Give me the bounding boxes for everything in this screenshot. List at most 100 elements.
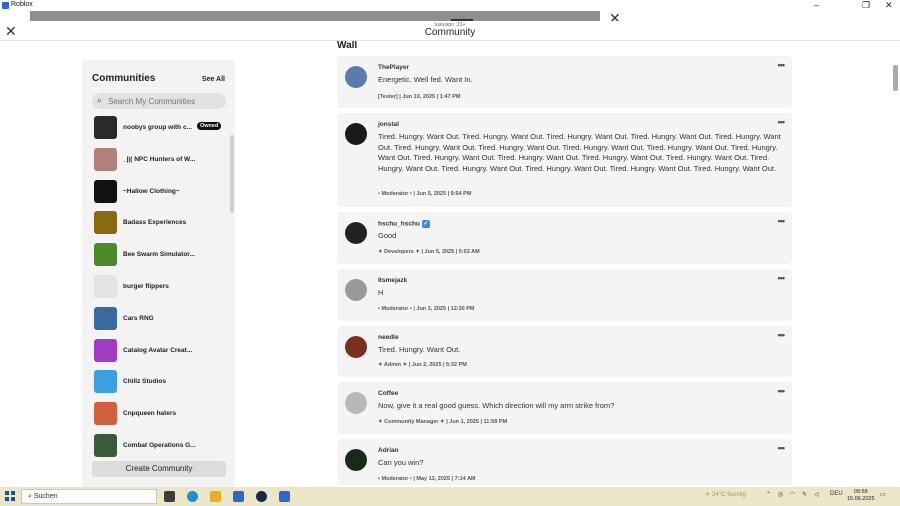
community-item[interactable]: Chillz Studios (92, 370, 230, 402)
community-name: Chillz Studios (123, 378, 166, 386)
author-avatar[interactable] (345, 222, 367, 244)
author-avatar[interactable] (345, 449, 367, 471)
post-author-name: Itsmejazk (378, 277, 408, 284)
community-item[interactable]: ~Hallow Clothing~ (92, 179, 230, 212)
post-author[interactable]: Coffee (378, 390, 398, 397)
taskbar-search-label: Suchen (33, 493, 58, 500)
maximize-icon[interactable]: ❐ (862, 0, 870, 11)
post-author[interactable]: Itsmejazk (378, 277, 407, 284)
community-thumbnail (94, 116, 117, 139)
taskbar-search[interactable]: ⌕ Suchen (21, 489, 157, 504)
page-scrollbar[interactable] (893, 65, 898, 91)
post-meta: • Moderator • | May 13, 2025 | 7:14 AM (378, 476, 476, 482)
post-options-icon[interactable]: ••• (778, 60, 786, 70)
verified-badge-icon: ✓ (421, 220, 430, 228)
wall-post: Adrian Can you win? • Moderator • | May 13… (337, 439, 792, 485)
sidebar-scrollbar[interactable] (230, 135, 234, 213)
post-author[interactable]: jonstal (378, 121, 399, 128)
post-meta: ✦ Community Manager ✦ | Jun 1, 2025 | 11… (378, 419, 508, 425)
community-name: _||( NPC Hunters of W... (123, 155, 196, 163)
community-thumbnail (94, 274, 117, 298)
post-author[interactable]: hschu_hschu ✓ (378, 220, 430, 228)
post-body: Now, give it a real good guess. Which di… (378, 401, 615, 410)
community-thumbnail (94, 147, 117, 171)
community-item[interactable]: Cars RNG (92, 306, 230, 339)
taskbar-clock[interactable]: 09:58 15.06.2025 (847, 489, 875, 503)
community-item[interactable]: Catalog Avatar Creat... (92, 338, 230, 371)
author-avatar[interactable] (345, 392, 367, 414)
volume-icon[interactable]: ◁ (814, 491, 819, 498)
post-meta: ✦ Developers ✦ | Jun 5, 2025 | 5:03 AM (378, 249, 480, 255)
post-options-icon[interactable]: ••• (778, 273, 786, 283)
community-item[interactable]: burger flippers (92, 274, 230, 307)
post-options-icon[interactable]: ••• (778, 117, 786, 127)
community-thumbnail (94, 370, 117, 394)
author-avatar[interactable] (345, 66, 367, 88)
wall-post: ThePlayer Energetic. Well fed. Want In. [T… (337, 56, 792, 108)
community-item[interactable]: Badass Experiences (92, 211, 230, 243)
post-options-icon[interactable]: ••• (778, 216, 786, 226)
weather-widget[interactable]: ☀ 24°C Sonnig (705, 491, 746, 498)
post-options-icon[interactable]: ••• (778, 386, 786, 396)
author-avatar[interactable] (345, 279, 367, 301)
tray-pen-icon[interactable]: ✎ (802, 491, 807, 498)
post-options-icon[interactable]: ••• (778, 443, 786, 453)
community-item[interactable]: _||( NPC Hunters of W... (92, 147, 230, 180)
community-thumbnail (94, 338, 117, 362)
post-options-icon[interactable]: ••• (778, 330, 786, 340)
community-item[interactable]: noobys group with c... Owned (92, 116, 230, 148)
see-all-link[interactable]: See All (202, 76, 225, 83)
post-author[interactable]: Adrian (378, 447, 399, 454)
community-item[interactable]: Bee Swarm Simulator... (92, 243, 230, 275)
community-name: noobys group with c... (123, 124, 192, 131)
post-meta: ✦ Admin ✦ | Jun 2, 2025 | 5:32 PM (378, 362, 467, 368)
media-overlay-bar (30, 11, 600, 23)
notification-icon[interactable]: ▭ (880, 491, 886, 498)
community-search[interactable]: ⌕ (92, 93, 226, 109)
window-title: Roblox (11, 1, 33, 8)
create-community-button[interactable]: Create Community (92, 461, 226, 477)
community-thumbnail (94, 211, 117, 235)
edge-icon[interactable] (187, 491, 198, 502)
sidebar-heading: Communities (92, 73, 156, 84)
roblox-taskbar-icon[interactable] (279, 491, 290, 502)
community-thumbnail (94, 306, 117, 330)
start-icon[interactable] (5, 491, 15, 501)
outlook-icon[interactable] (233, 491, 244, 502)
community-item[interactable]: Cnpqueen haters (92, 402, 230, 434)
post-author[interactable]: ThePlayer (378, 64, 409, 71)
post-meta: • Moderator • | Jun 3, 2025 | 12:30 PM (378, 306, 475, 312)
author-avatar[interactable] (345, 123, 367, 145)
author-avatar[interactable] (345, 336, 367, 358)
minimize-icon[interactable]: – (814, 0, 819, 11)
community-name: Combat Operations G... (123, 441, 196, 449)
language-indicator[interactable]: DEU (830, 491, 843, 497)
post-author[interactable]: needle (378, 334, 399, 341)
community-name: ~Hallow Clothing~ (123, 187, 180, 195)
community-name: Badass Experiences (123, 219, 187, 227)
community-name: Cars RNG (123, 314, 154, 322)
file-explorer-icon[interactable] (210, 491, 221, 502)
page-title: Community (424, 27, 476, 38)
community-name: Bee Swarm Simulator... (123, 251, 195, 259)
search-input[interactable] (108, 94, 220, 108)
wall-post: Itsmejazk H • Moderator • | Jun 3, 2025 | … (337, 269, 792, 321)
steam-icon[interactable] (256, 491, 267, 502)
tray-app-icon[interactable]: ◎ (778, 491, 783, 498)
post-meta: [Tester] | Jun 10, 2025 | 1:47 PM (378, 94, 461, 100)
post-meta: • Moderator • | Jun 5, 2025 | 9:54 PM (378, 191, 472, 197)
clock-time: 09:58 (853, 489, 868, 495)
post-body: H (378, 288, 384, 297)
community-thumbnail (94, 433, 117, 457)
roblox-app-icon (2, 2, 9, 9)
post-author-name: jonstal (378, 121, 399, 128)
tray-wifi-icon[interactable]: ◠ (790, 491, 795, 498)
task-view-icon[interactable] (164, 491, 175, 502)
window-close-icon[interactable]: ✕ (885, 0, 893, 11)
main-content: Communities See All ⌕ noobys group with … (0, 41, 900, 487)
communities-list: noobys group with c... Owned _||( NPC Hunt… (92, 116, 230, 466)
search-icon: ⌕ (97, 95, 103, 105)
post-author-name: Coffee (378, 390, 399, 397)
tray-chevron-icon[interactable]: ⌃ (766, 491, 771, 498)
community-thumbnail (94, 243, 117, 267)
